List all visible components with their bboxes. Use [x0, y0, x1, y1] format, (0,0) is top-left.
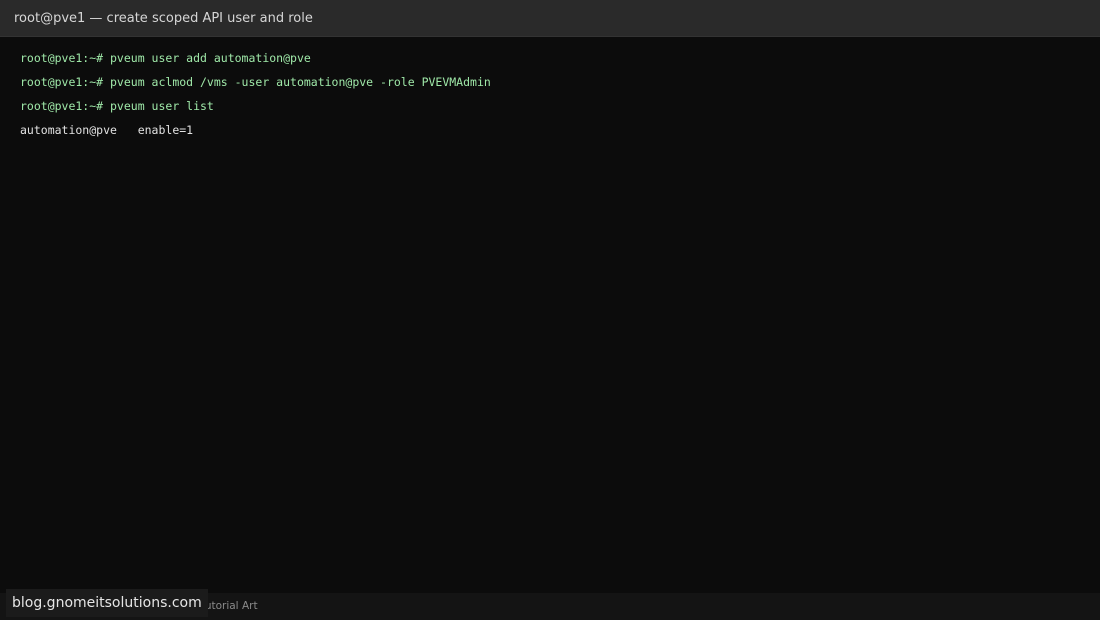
watermark-text: blog.gnomeitsolutions.com: [12, 595, 202, 611]
footer-caption: Tutorial Art: [200, 600, 258, 612]
terminal-line-command: root@pve1:~# pveum user list: [20, 99, 214, 113]
terminal-line-command: root@pve1:~# pveum aclmod /vms -user aut…: [20, 75, 491, 89]
window-title-bar: root@pve1 — create scoped API user and r…: [0, 0, 1100, 37]
window-title: root@pve1 — create scoped API user and r…: [14, 11, 313, 26]
terminal-output[interactable]: root@pve1:~# pveum user add automation@p…: [0, 37, 1100, 593]
terminal-line-command: root@pve1:~# pveum user add automation@p…: [20, 51, 311, 65]
terminal-line-output: automation@pve enable=1: [20, 123, 194, 137]
watermark-badge: blog.gnomeitsolutions.com: [6, 589, 208, 617]
